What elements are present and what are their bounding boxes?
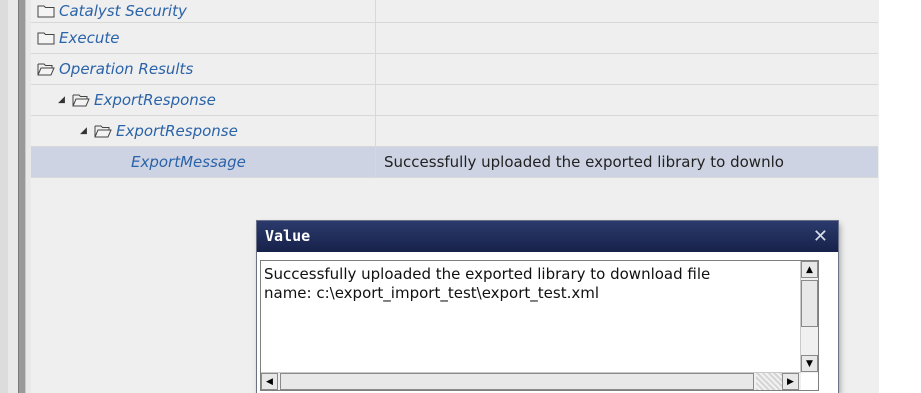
tree-row-label: ExportResponse	[116, 122, 238, 140]
tree-row-name-cell: ExportMessage	[31, 147, 376, 177]
tree-row-value	[376, 116, 878, 146]
dialog-title-bar[interactable]: Value ✕	[257, 221, 838, 252]
tree-row-exportmessage[interactable]: ExportMessage Successfully uploaded the …	[31, 147, 878, 178]
tree-row-label: Execute	[59, 29, 120, 47]
value-dialog: Value ✕ Successfully uploaded the export…	[257, 221, 838, 393]
folder-closed-icon	[37, 4, 55, 18]
scroll-grip	[756, 373, 782, 390]
tree-row-value	[376, 23, 878, 53]
tree-row-catalyst-security[interactable]: Catalyst Security	[31, 0, 878, 23]
tree-row-label: ExportResponse	[94, 91, 216, 109]
scroll-down-arrow-icon[interactable]: ▼	[801, 355, 818, 372]
panel-splitter[interactable]	[18, 0, 26, 393]
expand-triangle-icon[interactable]: ◢	[80, 126, 90, 136]
folder-open-icon	[94, 124, 112, 138]
vertical-scroll-thumb[interactable]	[801, 280, 818, 327]
tree-row-name-cell: ◢ ExportResponse	[31, 116, 376, 146]
panel-right-edge	[879, 0, 921, 393]
scroll-right-arrow-icon[interactable]: ▶	[782, 373, 799, 390]
dialog-body: Successfully uploaded the exported libra…	[257, 252, 838, 393]
tree-row-value	[376, 85, 878, 115]
scroll-up-arrow-icon[interactable]: ▲	[801, 261, 818, 278]
folder-open-icon	[72, 93, 90, 107]
tree-row-exportresponse-2[interactable]: ◢ ExportResponse	[31, 116, 878, 147]
tree-row-operation-results[interactable]: Operation Results	[31, 54, 878, 85]
tree-row-name-cell: ◢ ExportResponse	[31, 85, 376, 115]
tree-row-value[interactable]: Successfully uploaded the exported libra…	[376, 147, 878, 177]
tree-row-exportresponse-1[interactable]: ◢ ExportResponse	[31, 85, 878, 116]
tree-row-value	[376, 54, 878, 84]
folder-open-icon	[37, 62, 55, 76]
dialog-title: Value	[265, 227, 311, 245]
close-icon[interactable]: ✕	[813, 226, 828, 247]
tree-row-name-cell: Catalyst Security	[31, 0, 376, 22]
tree-row-execute[interactable]: Execute	[31, 23, 878, 54]
left-gutter	[0, 0, 8, 393]
value-textarea[interactable]: Successfully uploaded the exported libra…	[260, 260, 819, 391]
tree-row-label: Operation Results	[59, 60, 194, 78]
tree-row-label: Catalyst Security	[59, 2, 187, 20]
horizontal-scrollbar[interactable]: ◀ ▶	[261, 372, 801, 390]
horizontal-scroll-thumb[interactable]	[280, 373, 754, 390]
tree-row-value	[376, 0, 878, 22]
tree-row-name-cell: Execute	[31, 23, 376, 53]
expand-triangle-icon[interactable]: ◢	[58, 95, 68, 105]
results-tree: Catalyst Security Execute Operation Resu…	[31, 0, 878, 178]
folder-closed-icon	[37, 31, 55, 45]
vertical-scrollbar[interactable]: ▲ ▼	[800, 261, 818, 373]
tree-row-name-cell: Operation Results	[31, 54, 376, 84]
scroll-left-arrow-icon[interactable]: ◀	[261, 373, 278, 390]
tree-row-label: ExportMessage	[131, 153, 246, 171]
value-text[interactable]: Successfully uploaded the exported libra…	[264, 265, 804, 303]
